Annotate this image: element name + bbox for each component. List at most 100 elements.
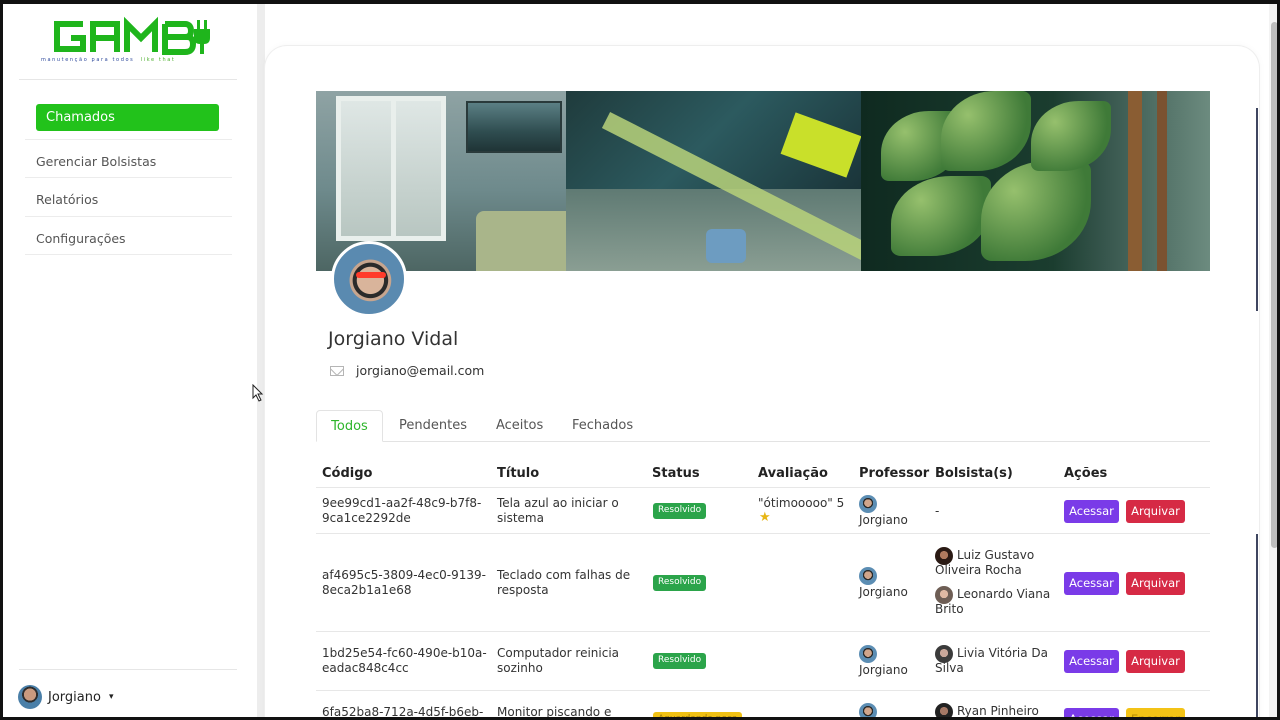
tab-pendentes[interactable]: Pendentes [399, 410, 467, 442]
logo-tagline-main: manutenção para todos [41, 57, 135, 63]
avatar [859, 567, 877, 585]
sidebar: manutenção para todos like that Chamados… [3, 4, 257, 717]
cell-professor: Jorgiano [859, 663, 908, 677]
cell-bolsista: Ryan Pinheiro [957, 704, 1039, 718]
user-name: Jorgiano [48, 689, 101, 705]
divider [316, 631, 1210, 632]
banner-image-painting [566, 91, 896, 271]
avatar [18, 685, 42, 709]
cell-codigo: 1bd25e54-fc60-490e-b10a-eadac848c4cc [322, 646, 487, 675]
cell-professor: Jorgiano [859, 513, 908, 527]
codigo-line: 8eca2b1a1e68 [322, 582, 412, 597]
codigo-line: af4695c5-3809-4ec0-9139- [322, 568, 486, 582]
status-badge: Resolvido [653, 653, 707, 669]
codigo-line: eadac848c4cc [322, 660, 409, 675]
envelope-icon [330, 365, 344, 376]
titulo-line: sistema [497, 510, 544, 525]
divider [19, 79, 237, 80]
bolsista-name-line: Leonardo Viana [957, 587, 1051, 601]
cell-bolsista: Livia Vitória Da Silva [935, 646, 1048, 675]
gamb-logo[interactable]: manutenção para todos like that [39, 16, 211, 72]
sidebar-item-configuracoes[interactable]: Configurações [36, 231, 126, 246]
divider [1256, 108, 1258, 311]
user-menu[interactable]: Jorgiano ▾ [18, 685, 113, 709]
cell-professor: Jorgiano [859, 585, 908, 599]
bolsista-name-line: Oliveira Rocha [935, 562, 1022, 577]
avatar [859, 703, 877, 717]
tab-aceitos[interactable]: Aceitos [496, 410, 543, 442]
profile-avatar [331, 241, 407, 317]
banner-image-plants [861, 91, 1210, 271]
col-header-titulo[interactable]: Título [497, 466, 539, 481]
star-icon: ★ [759, 510, 771, 525]
acessar-button[interactable]: Acessar [1064, 650, 1119, 673]
divider [25, 139, 232, 140]
profile-banner [316, 91, 1210, 271]
avatar [935, 703, 953, 717]
logo-tagline-accent: like that [140, 57, 176, 63]
caret-down-icon: ▾ [108, 692, 114, 702]
encerrar-button[interactable]: Encerrar [1126, 708, 1185, 717]
cell-bolsista: Luiz Gustavo Oliveira Rocha [935, 548, 1034, 577]
status-tabs: Todos Pendentes Aceitos Fechados [316, 410, 1210, 442]
status-badge: Resolvido [653, 575, 707, 591]
cell-bolsista: Leonardo Viana Brito [935, 587, 1050, 616]
col-header-avaliacao[interactable]: Avaliação [758, 466, 828, 481]
col-header-professor[interactable]: Professor [859, 466, 929, 481]
col-header-codigo[interactable]: Código [322, 466, 372, 481]
titulo-line: Teclado com falhas de [497, 568, 631, 582]
arquivar-button[interactable]: Arquivar [1126, 500, 1185, 523]
arquivar-button[interactable]: Arquivar [1126, 572, 1185, 595]
logo-mark [54, 16, 210, 55]
acessar-button[interactable]: Acessar [1064, 708, 1119, 717]
divider [1256, 534, 1258, 717]
profile-email: jorgiano@email.com [356, 363, 485, 378]
sidebar-item-relatorios[interactable]: Relatórios [36, 192, 98, 207]
col-header-status[interactable]: Status [652, 466, 700, 481]
codigo-line: 9ee99cd1-aa2f-48c9-b7f8- [322, 496, 482, 510]
cell-titulo: Tela azul ao iniciar o sistema [497, 496, 619, 525]
cell-codigo: 9ee99cd1-aa2f-48c9-b7f8- 9ca1ce2292de [322, 496, 481, 525]
codigo-line: 1bd25e54-fc60-490e-b10a- [322, 646, 487, 660]
bolsista-name-line: Brito [935, 601, 964, 616]
profile-name: Jorgiano Vidal [328, 328, 459, 350]
divider [25, 216, 232, 217]
cell-titulo: Teclado com falhas de resposta [497, 568, 630, 597]
col-header-bolsistas[interactable]: Bolsista(s) [935, 466, 1013, 481]
scrollbar-thumb[interactable] [1271, 22, 1277, 548]
sidebar-item-chamados[interactable]: Chamados [36, 104, 219, 131]
divider [25, 254, 232, 255]
status-badge: Resolvido [653, 503, 707, 519]
acessar-button[interactable]: Acessar [1064, 572, 1119, 595]
divider [316, 487, 1210, 488]
cell-titulo: Monitor piscando e [497, 705, 612, 719]
sidebar-edge [257, 4, 265, 717]
titulo-line: Tela azul ao iniciar o [497, 496, 619, 510]
cell-codigo: af4695c5-3809-4ec0-9139- 8eca2b1a1e68 [322, 568, 486, 597]
titulo-line: sozinho [497, 660, 543, 675]
divider [25, 177, 232, 178]
arquivar-button[interactable]: Arquivar [1126, 650, 1185, 673]
status-badge: Aguardando peça [653, 712, 743, 717]
col-header-acoes[interactable]: Ações [1064, 466, 1107, 481]
bolsista-name-line: Silva [935, 660, 964, 675]
sidebar-item-gerenciar-bolsistas[interactable]: Gerenciar Bolsistas [36, 154, 156, 169]
tab-todos[interactable]: Todos [316, 410, 383, 442]
avatar [859, 645, 877, 663]
acessar-button[interactable]: Acessar [1064, 500, 1119, 523]
bolsista-name-line: Livia Vitória Da [957, 646, 1048, 660]
app-window: manutenção para todos like that Chamados… [0, 0, 1280, 720]
titulo-line: resposta [497, 582, 549, 597]
cell-titulo: Computador reinicia sozinho [497, 646, 619, 675]
cell-avaliacao: "ótimooooo" 5 [758, 496, 845, 510]
profile-email-row: jorgiano@email.com [330, 363, 484, 378]
tab-fechados[interactable]: Fechados [572, 410, 633, 442]
divider [316, 533, 1210, 534]
titulo-line: Computador reinicia [497, 646, 620, 660]
cell-bolsista: - [935, 504, 940, 518]
bolsista-name-line: Luiz Gustavo [957, 548, 1035, 562]
codigo-line: 9ca1ce2292de [322, 510, 411, 525]
divider [19, 669, 237, 670]
divider [316, 690, 1210, 691]
logo-tagline: manutenção para todos like that [41, 57, 175, 63]
